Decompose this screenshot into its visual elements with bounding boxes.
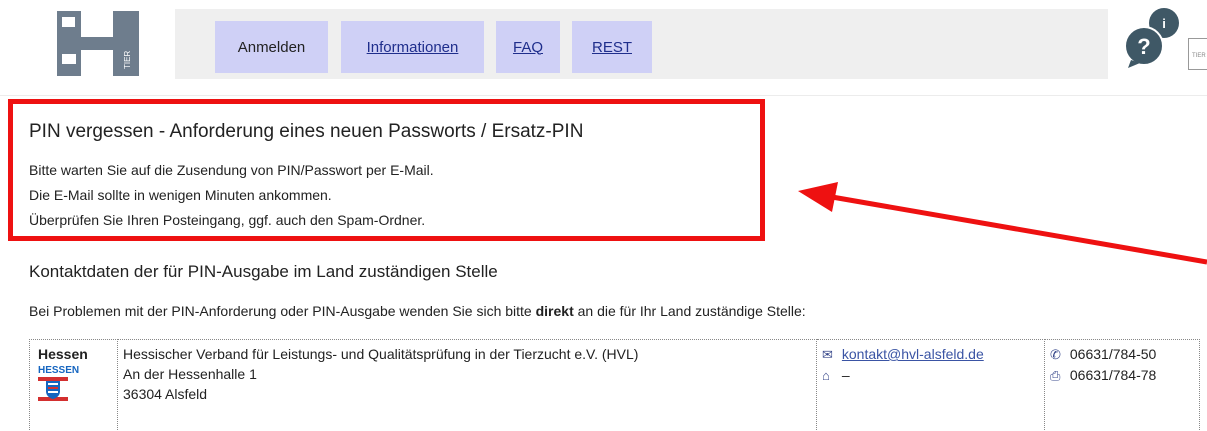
contact-email-link[interactable]: kontakt@hvl-alsfeld.de <box>842 346 984 362</box>
fax-number: 06631/784-78 <box>1069 367 1157 383</box>
notice-line-3: Überprüfen Sie Ihren Posteingang, ggf. a… <box>29 212 426 228</box>
contact-section-title: Kontaktdaten der für PIN-Ausgabe im Land… <box>29 262 498 281</box>
state-cell: Hessen HESSEN <box>29 339 118 431</box>
nav-rest-label: REST <box>591 38 632 56</box>
header-divider <box>0 95 1207 96</box>
phone-number: 06631/784-50 <box>1069 346 1157 362</box>
envelope-icon: ✉ <box>822 347 833 362</box>
contact-intro-bold: direkt <box>535 303 574 319</box>
fax-icon: ⎙ <box>1050 368 1061 383</box>
nav-anmelden-label: Anmelden <box>237 38 306 56</box>
phone-icon: ✆ <box>1050 347 1061 362</box>
svg-text:TIER: TIER <box>123 51 132 69</box>
contact-intro-start: Bei Problemen mit der PIN-Anforderung od… <box>29 303 536 319</box>
help-panel-edge: TIER <box>1188 38 1207 70</box>
main-navigation: Anmelden Informationen FAQ REST <box>175 9 1108 79</box>
nav-informationen-label: Informationen <box>366 38 459 56</box>
phone-cell: ✆ 06631/784-50 ⎙ 06631/784-78 <box>1044 339 1200 431</box>
nav-faq[interactable]: FAQ <box>496 21 560 73</box>
contact-intro: Bei Problemen mit der PIN-Anforderung od… <box>29 303 806 319</box>
homepage-value: – <box>841 367 850 383</box>
organisation-city: 36304 Alsfeld <box>123 386 208 402</box>
contact-cell: ✉ kontakt@hvl-alsfeld.de ⌂ – <box>816 339 1045 431</box>
hessen-coat-of-arms-icon <box>38 377 68 401</box>
help-cut-text: TIER <box>1192 53 1206 59</box>
nav-anmelden[interactable]: Anmelden <box>215 21 328 73</box>
svg-text:i: i <box>1162 16 1166 31</box>
tier-logo[interactable]: TIER <box>57 11 139 76</box>
table-row: Hessen HESSEN Hessischer Verband für Lei… <box>29 339 1200 431</box>
state-name: Hessen <box>38 346 88 362</box>
question-info-icon[interactable]: i ? <box>1124 6 1182 68</box>
svg-text:?: ? <box>1137 34 1150 59</box>
organisation-street: An der Hessenhalle 1 <box>123 366 257 382</box>
nav-informationen[interactable]: Informationen <box>341 21 484 73</box>
organisation-cell: Hessischer Verband für Leistungs- und Qu… <box>117 339 817 431</box>
nav-faq-label: FAQ <box>512 38 543 56</box>
contact-intro-end: an die für Ihr Land zuständige Stelle: <box>573 303 806 319</box>
organisation-name: Hessischer Verband für Leistungs- und Qu… <box>123 346 639 362</box>
page-title: PIN vergessen - Anforderung eines neuen … <box>29 121 584 142</box>
home-icon: ⌂ <box>822 368 830 383</box>
nav-rest[interactable]: REST <box>572 21 652 73</box>
state-flag-label: HESSEN <box>38 365 80 376</box>
notice-line-2: Die E-Mail sollte in wenigen Minuten ank… <box>29 187 332 203</box>
notice-line-1: Bitte warten Sie auf die Zusendung von P… <box>29 162 434 178</box>
contact-table: Hessen HESSEN Hessischer Verband für Lei… <box>29 339 1200 431</box>
